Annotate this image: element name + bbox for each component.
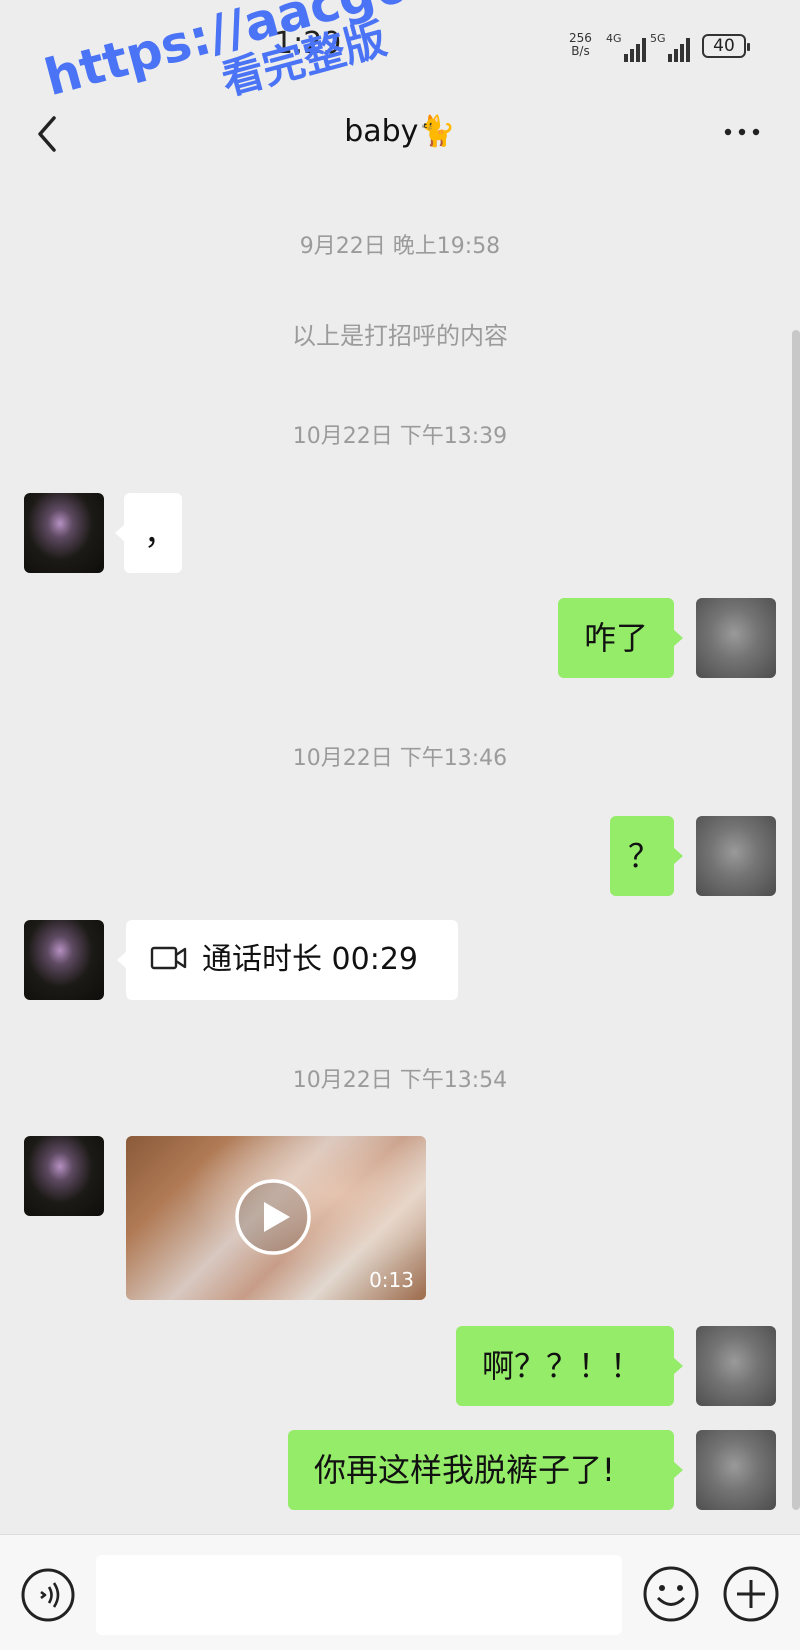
network-speed-unit: B/s (571, 44, 590, 58)
my-avatar[interactable] (696, 1430, 776, 1510)
timestamp: 10月22日 下午13:46 (292, 746, 508, 771)
message-bubble-outgoing[interactable]: ？ (610, 816, 683, 896)
my-avatar[interactable] (696, 598, 776, 678)
video-call-record[interactable]: 通话时长 00:29 (117, 920, 458, 1000)
my-avatar[interactable] (696, 816, 776, 896)
call-duration-text: 通话时长 00:29 (202, 942, 418, 977)
more-dots-icon[interactable] (722, 122, 762, 142)
timestamp: 10月22日 下午13:39 (292, 424, 508, 449)
video-duration: 0:13 (369, 1268, 414, 1292)
voice-icon[interactable] (20, 1567, 76, 1623)
greeting-notice: 以上是打招呼的内容 (292, 322, 508, 350)
contact-avatar[interactable] (24, 920, 104, 1000)
my-avatar[interactable] (696, 1326, 776, 1406)
timestamp: 9月22日 晚上19:58 (299, 234, 501, 259)
video-call-icon (150, 946, 187, 969)
network-speed: 256 B/s (569, 32, 592, 58)
contact-avatar[interactable] (24, 493, 104, 573)
message-bubble-outgoing[interactable]: 咋了 (558, 598, 683, 678)
message-input[interactable] (96, 1555, 622, 1635)
plus-icon[interactable] (722, 1565, 780, 1623)
timestamp: 10月22日 下午13:54 (292, 1068, 508, 1093)
battery-icon: 40 (702, 34, 750, 58)
scrollbar[interactable] (792, 330, 800, 1510)
input-bar (0, 1534, 800, 1650)
emoji-icon[interactable] (642, 1565, 700, 1623)
message-bubble-incoming[interactable]: ， (115, 493, 182, 573)
contact-avatar[interactable] (24, 1136, 104, 1216)
play-icon[interactable] (234, 1178, 312, 1256)
message-bubble-outgoing[interactable]: 啊？？！！ (456, 1326, 683, 1406)
message-bubble-outgoing[interactable]: 你再这样我脱裤子了! (288, 1430, 683, 1510)
video-message[interactable]: 0:13 (126, 1136, 426, 1300)
